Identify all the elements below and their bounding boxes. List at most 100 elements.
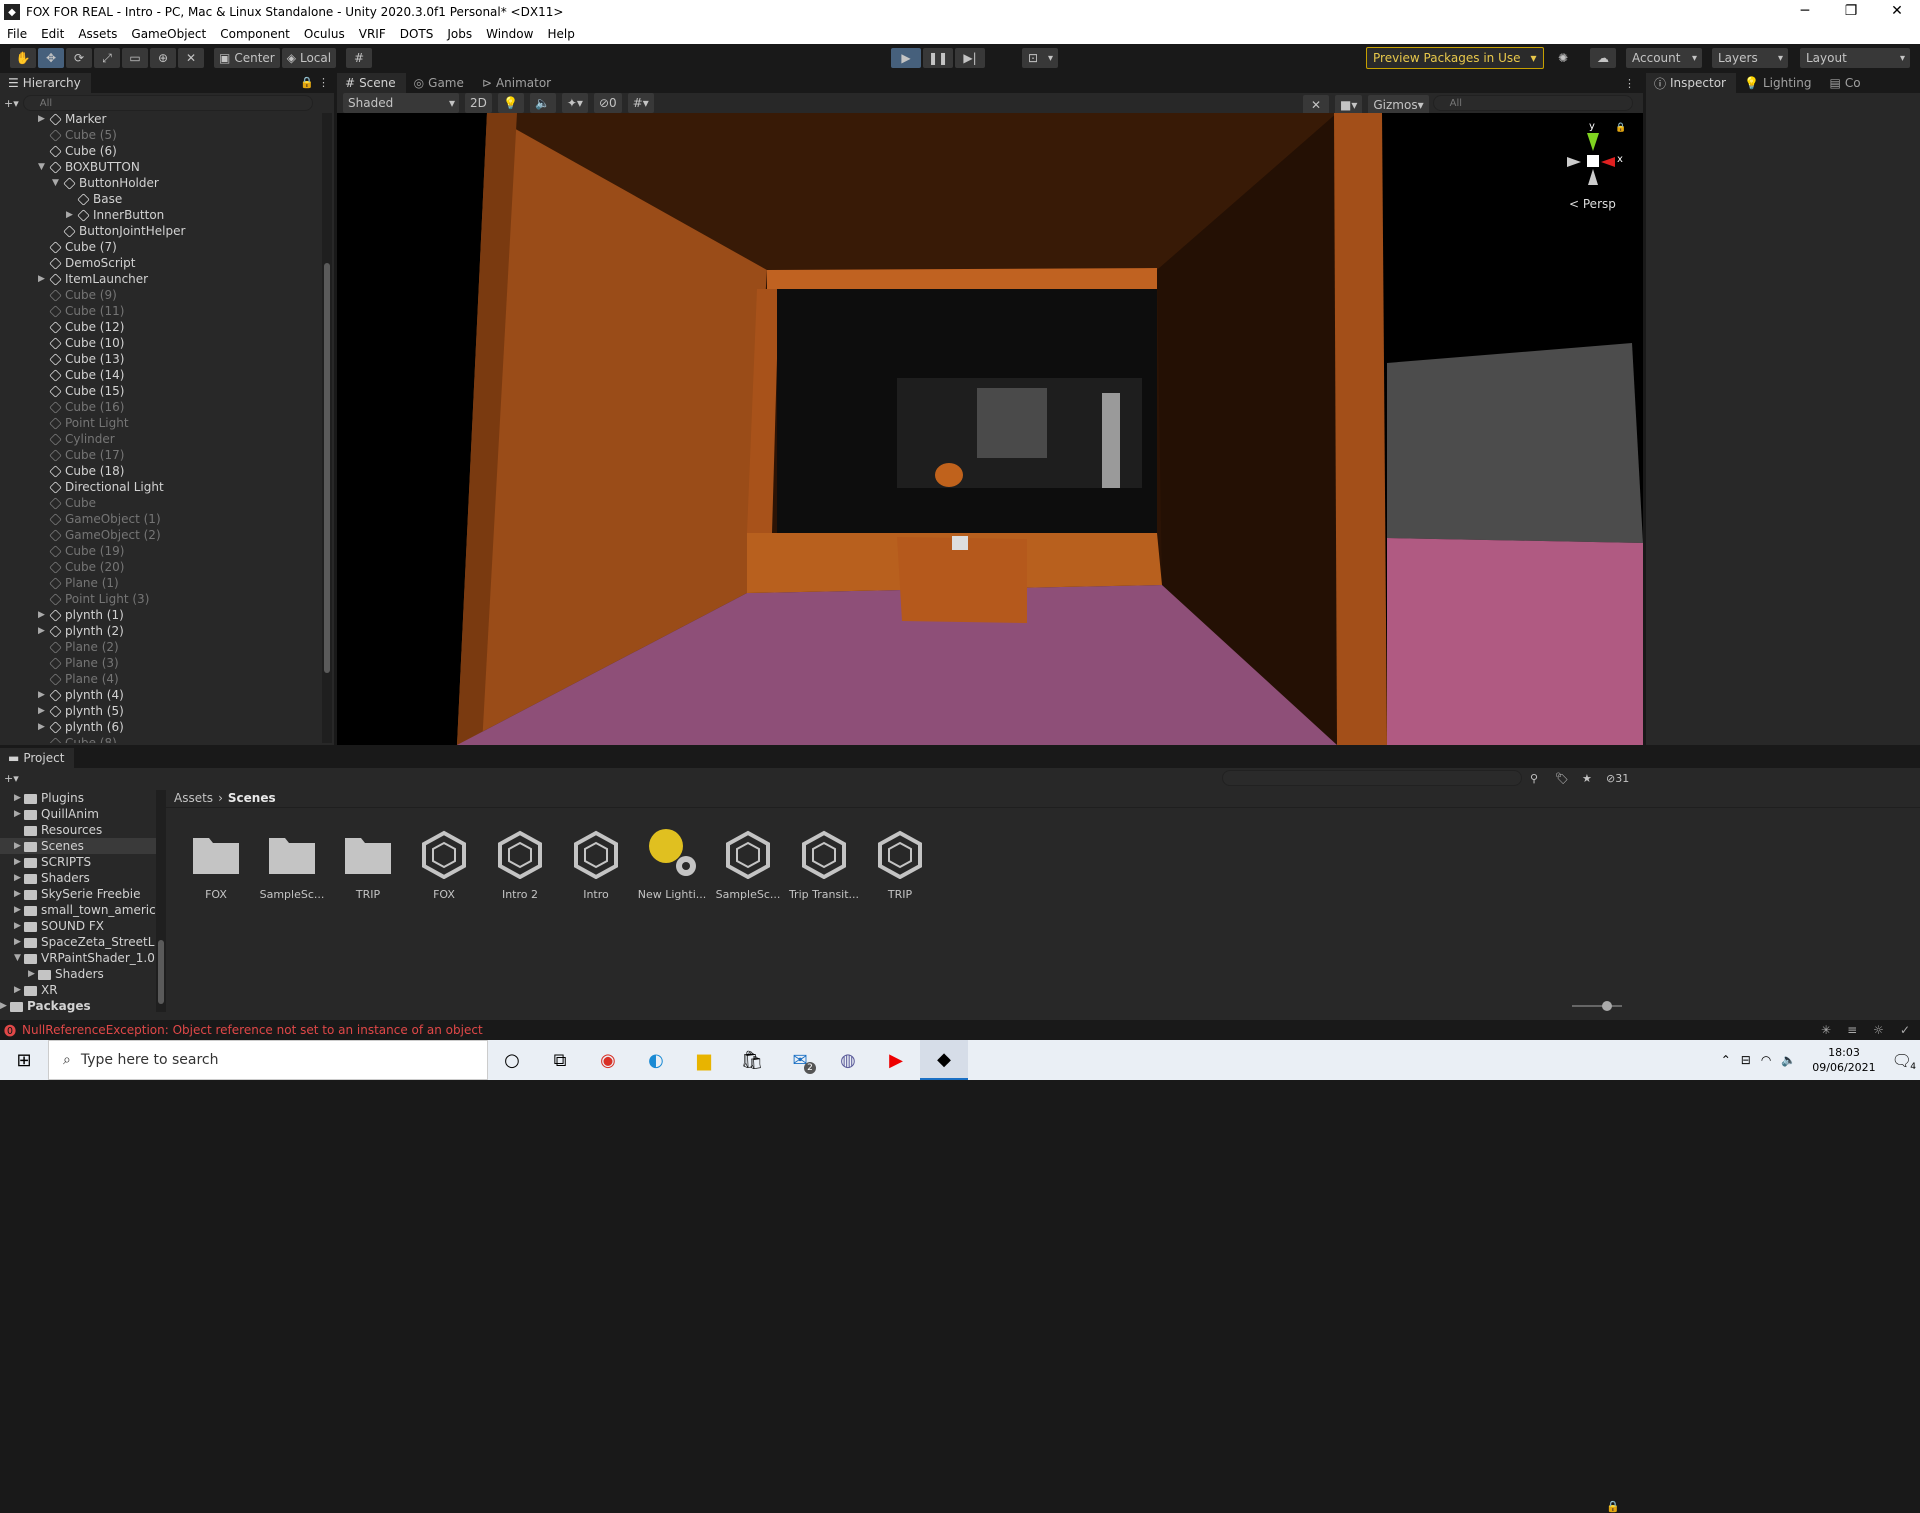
collapsed-arrow-icon[interactable]: ▶ bbox=[66, 207, 73, 223]
hierarchy-scroll-thumb[interactable] bbox=[324, 263, 330, 673]
project-folder-item[interactable]: ▶ Packages bbox=[0, 998, 156, 1014]
project-folder-item[interactable]: ▼ VRPaintShader_1.0 bbox=[0, 950, 156, 966]
youtube-app[interactable]: ▶ bbox=[872, 1040, 920, 1080]
menu-jobs[interactable]: Jobs bbox=[440, 27, 479, 41]
collapsed-arrow-icon[interactable]: ▶ bbox=[38, 111, 45, 127]
hierarchy-item[interactable]: ▶ plynth (6) bbox=[0, 719, 320, 735]
scale-tool-button[interactable]: ⤢ bbox=[94, 48, 120, 68]
scene-viewport[interactable]: y x 🔒 < Persp bbox=[337, 113, 1643, 745]
transform-tool-button[interactable]: ⊕ bbox=[150, 48, 176, 68]
hierarchy-item[interactable]: Point Light bbox=[0, 415, 320, 431]
collapsed-arrow-icon[interactable]: ▶ bbox=[38, 623, 45, 639]
camera-dropdown[interactable]: ■▾ bbox=[1335, 95, 1363, 115]
project-folder-item[interactable]: ▶ SkySerie Freebie bbox=[0, 886, 156, 902]
expanded-arrow-icon[interactable]: ▼ bbox=[14, 950, 21, 966]
services-button[interactable]: ✺ bbox=[1550, 48, 1576, 68]
menu-vrif[interactable]: VRIF bbox=[352, 27, 393, 41]
filter-label-icon[interactable]: 🏷 bbox=[1555, 772, 1569, 785]
cortana-button[interactable]: ○ bbox=[488, 1040, 536, 1080]
hierarchy-item[interactable]: Cube bbox=[0, 495, 320, 511]
hierarchy-item[interactable]: Point Light (3) bbox=[0, 591, 320, 607]
grid-snap-button[interactable]: # bbox=[346, 48, 373, 68]
kebab-menu-icon[interactable]: ⋮ bbox=[318, 76, 329, 89]
hierarchy-scrollbar[interactable] bbox=[322, 113, 332, 743]
shading-dropdown[interactable]: Shaded ▾ bbox=[343, 93, 459, 113]
asset-item[interactable]: FOX bbox=[406, 826, 482, 901]
collapsed-arrow-icon[interactable]: ▶ bbox=[14, 870, 21, 886]
asset-item[interactable]: New Lighti... bbox=[634, 826, 710, 901]
hierarchy-item[interactable]: Cube (5) bbox=[0, 127, 320, 143]
audio-toggle[interactable]: 🔈 bbox=[529, 93, 556, 113]
grid-dropdown[interactable]: #▾ bbox=[627, 93, 654, 113]
hierarchy-item[interactable]: Cube (15) bbox=[0, 383, 320, 399]
menu-file[interactable]: File bbox=[0, 27, 34, 41]
collapsed-arrow-icon[interactable]: ▶ bbox=[38, 687, 45, 703]
mode-2d-button[interactable]: 2D bbox=[465, 93, 492, 113]
asset-item[interactable]: Trip Transit... bbox=[786, 826, 862, 901]
collapsed-arrow-icon[interactable]: ▶ bbox=[38, 719, 45, 735]
project-folder-item[interactable]: Resources bbox=[0, 822, 156, 838]
collapsed-arrow-icon[interactable]: ▶ bbox=[14, 886, 21, 902]
menu-component[interactable]: Component bbox=[213, 27, 297, 41]
expanded-arrow-icon[interactable]: ▼ bbox=[52, 175, 59, 191]
unity-app[interactable]: ◆ bbox=[920, 1040, 968, 1080]
lock-icon[interactable]: 🔒 bbox=[300, 76, 314, 89]
asset-item[interactable]: TRIP bbox=[330, 826, 406, 901]
collapsed-arrow-icon[interactable]: ▶ bbox=[38, 703, 45, 719]
layout-dropdown[interactable]: Layout bbox=[1800, 48, 1910, 68]
hierarchy-item[interactable]: Cube (9) bbox=[0, 287, 320, 303]
collapsed-arrow-icon[interactable]: ▶ bbox=[14, 902, 21, 918]
hierarchy-item[interactable]: Cube (6) bbox=[0, 143, 320, 159]
asset-item[interactable]: FOX bbox=[178, 826, 254, 901]
collapsed-arrow-icon[interactable]: ▶ bbox=[14, 790, 21, 806]
expanded-arrow-icon[interactable]: ▼ bbox=[38, 159, 45, 175]
custom-tool-button[interactable]: ✕ bbox=[178, 48, 204, 68]
collapsed-arrow-icon[interactable]: ▶ bbox=[14, 806, 21, 822]
lighting-status-icon[interactable]: ☼ bbox=[1873, 1023, 1884, 1037]
preview-packages-button[interactable]: Preview Packages in Use bbox=[1366, 47, 1544, 69]
hierarchy-item[interactable]: Cube (14) bbox=[0, 367, 320, 383]
tab-scene[interactable]: # Scene bbox=[337, 73, 406, 93]
asset-item[interactable]: TRIP bbox=[862, 826, 938, 901]
hierarchy-item[interactable]: Base bbox=[0, 191, 320, 207]
filter-type-icon[interactable]: ⚲ bbox=[1530, 772, 1538, 785]
favorite-icon[interactable]: ★ bbox=[1582, 772, 1592, 785]
tools-button[interactable]: ✕ bbox=[1303, 95, 1329, 115]
gizmos-dropdown[interactable]: Gizmos ▾ bbox=[1368, 95, 1429, 115]
collapsed-arrow-icon[interactable]: ▶ bbox=[38, 271, 45, 287]
hierarchy-item[interactable]: ▶ Marker bbox=[0, 111, 320, 127]
hierarchy-item[interactable]: Cube (16) bbox=[0, 399, 320, 415]
tray-clock[interactable]: 18:03 09/06/2021 bbox=[1812, 1045, 1875, 1075]
maximize-button[interactable]: ❐ bbox=[1828, 0, 1874, 24]
collapsed-arrow-icon[interactable]: ▶ bbox=[14, 934, 21, 950]
check-icon[interactable]: ✓ bbox=[1900, 1023, 1910, 1037]
hierarchy-item[interactable]: ▶ plynth (1) bbox=[0, 607, 320, 623]
collapsed-arrow-icon[interactable]: ▶ bbox=[14, 854, 21, 870]
edge-app[interactable]: ◐ bbox=[632, 1040, 680, 1080]
gizmo-lock-icon[interactable]: 🔒 bbox=[1615, 123, 1626, 133]
project-folder-item[interactable]: ▶ small_town_americ bbox=[0, 902, 156, 918]
project-folder-item[interactable]: ▶ Shaders bbox=[0, 870, 156, 886]
icon-size-thumb[interactable] bbox=[1602, 1001, 1612, 1011]
hierarchy-item[interactable]: Directional Light bbox=[0, 479, 320, 495]
tab-game[interactable]: ◎ Game bbox=[405, 73, 474, 93]
hidden-packages-toggle[interactable]: ⊘31 bbox=[1606, 772, 1629, 785]
rect-tool-button[interactable]: ▭ bbox=[122, 48, 148, 68]
hierarchy-item[interactable]: GameObject (1) bbox=[0, 511, 320, 527]
collapsed-arrow-icon[interactable]: ▶ bbox=[28, 966, 35, 982]
hierarchy-item[interactable]: DemoScript bbox=[0, 255, 320, 271]
project-tab[interactable]: ▬ Project bbox=[0, 748, 75, 768]
project-folder-item[interactable]: ▶ Scenes bbox=[0, 838, 156, 854]
hierarchy-item[interactable]: Cube (7) bbox=[0, 239, 320, 255]
unity-hub-app[interactable]: ◍ bbox=[824, 1040, 872, 1080]
project-tree-scroll-thumb[interactable] bbox=[158, 940, 164, 1004]
project-create-button[interactable]: +▾ bbox=[4, 772, 19, 785]
tab-animator[interactable]: ⊳ Animator bbox=[473, 73, 562, 93]
collapsed-arrow-icon[interactable]: ▶ bbox=[0, 998, 7, 1014]
orientation-gizmo[interactable]: y x 🔒 < Persp bbox=[1563, 121, 1626, 211]
asset-item[interactable]: SampleSc... bbox=[254, 826, 330, 901]
hierarchy-item[interactable]: ▶ plynth (2) bbox=[0, 623, 320, 639]
task-view-button[interactable]: ⧉ bbox=[536, 1040, 584, 1080]
hierarchy-item[interactable]: Plane (4) bbox=[0, 671, 320, 687]
project-folder-item[interactable]: ▶ XR bbox=[0, 982, 156, 998]
